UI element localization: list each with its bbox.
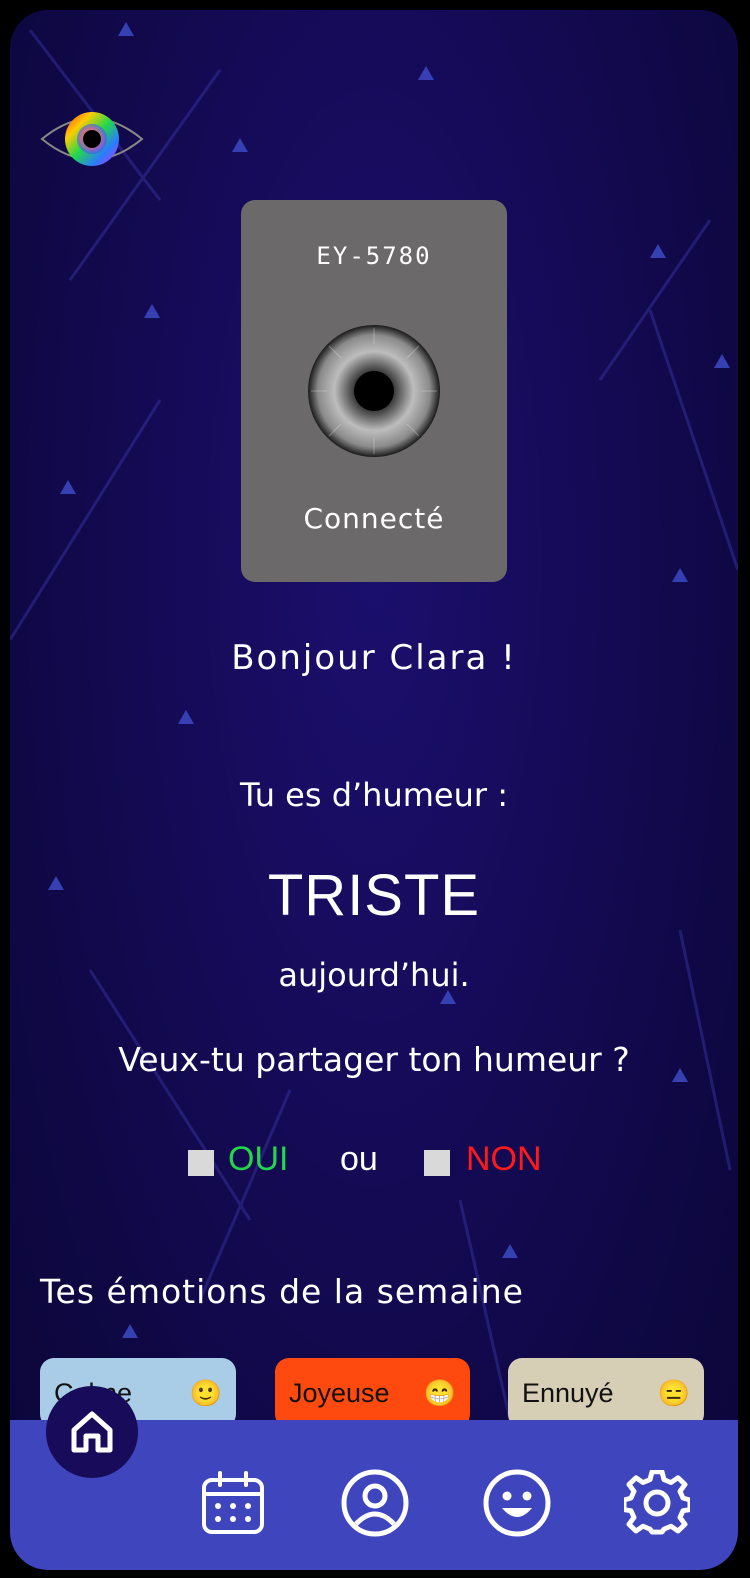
emotion-chip-ennuye[interactable]: Ennuyé 😑: [508, 1358, 704, 1428]
profile-icon[interactable]: [340, 1468, 410, 1538]
yes-checkbox[interactable]: [188, 1150, 214, 1176]
rainbow-eye-logo: [40, 112, 144, 166]
device-id: EY-5780: [316, 242, 432, 270]
grin-icon: 😁: [423, 1378, 456, 1408]
greeting: Bonjour Clara !: [231, 638, 517, 678]
mood-suffix: aujourd’hui.: [278, 956, 470, 994]
or-label: ou: [340, 1140, 378, 1178]
phone-screen: EY-5780 Connecté Bonjour Clara ! Tu es d…: [10, 10, 738, 1570]
share-question: Veux-tu partager ton humeur ?: [118, 1040, 630, 1079]
week-emotions-title: Tes émotions de la semaine: [40, 1272, 524, 1311]
emotion-chip-joyeuse[interactable]: Joyeuse 😁: [275, 1358, 470, 1428]
emotion-label: Joyeuse: [289, 1378, 390, 1408]
home-button[interactable]: [46, 1386, 138, 1478]
calendar-icon[interactable]: [200, 1470, 266, 1536]
slight-smile-icon: 🙂: [189, 1378, 222, 1408]
gear-icon[interactable]: [624, 1470, 690, 1536]
mood-value: TRISTE: [267, 863, 481, 928]
smiley-icon[interactable]: [482, 1468, 552, 1538]
emotion-label: Ennuyé: [522, 1378, 614, 1408]
iris-icon: [308, 325, 440, 457]
device-card[interactable]: EY-5780 Connecté: [241, 200, 507, 582]
no-label[interactable]: NON: [466, 1140, 542, 1179]
mood-intro: Tu es d’humeur :: [240, 776, 508, 814]
connection-status: Connecté: [303, 502, 445, 535]
expressionless-icon: 😑: [657, 1378, 690, 1408]
home-icon: [71, 1411, 113, 1453]
share-choices: OUI ou NON: [10, 1140, 738, 1184]
no-checkbox[interactable]: [424, 1150, 450, 1176]
yes-label[interactable]: OUI: [228, 1140, 288, 1179]
